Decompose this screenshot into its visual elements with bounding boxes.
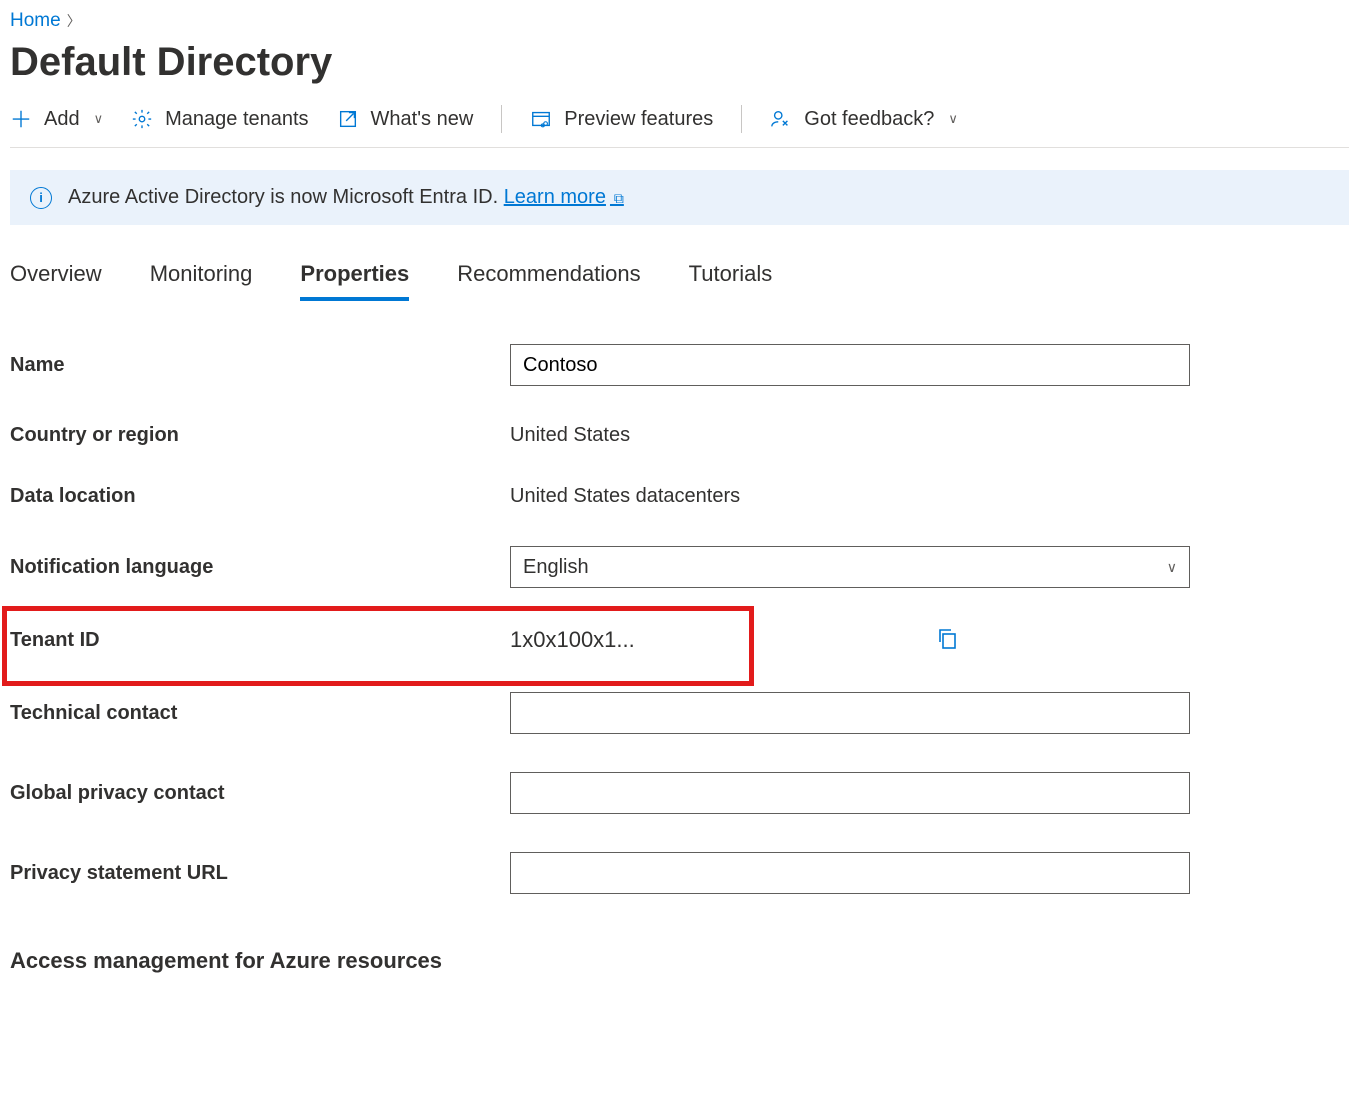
feedback-icon [770, 108, 792, 130]
row-name: Name [10, 344, 1349, 386]
notification-text: Azure Active Directory is now Microsoft … [68, 186, 624, 209]
preview-icon [530, 108, 552, 130]
label-global-privacy: Global privacy contact [10, 782, 510, 805]
whats-new-label: What's new [371, 108, 474, 131]
external-icon: ⧉ [610, 190, 624, 206]
tab-monitoring[interactable]: Monitoring [150, 255, 253, 301]
divider [501, 105, 502, 133]
tab-properties[interactable]: Properties [300, 255, 409, 301]
name-input[interactable] [510, 344, 1190, 386]
whats-new-button[interactable]: What's new [337, 108, 474, 131]
data-location-value: United States datacenters [510, 485, 740, 508]
section-heading-access-mgmt: Access management for Azure resources [10, 948, 1349, 974]
info-icon: i [30, 187, 52, 209]
chevron-down-icon: ∨ [948, 111, 958, 127]
preview-features-label: Preview features [564, 108, 713, 131]
divider [741, 105, 742, 133]
tab-recommendations[interactable]: Recommendations [457, 255, 640, 301]
got-feedback-label: Got feedback? [804, 108, 934, 131]
tab-tutorials[interactable]: Tutorials [689, 255, 773, 301]
label-tech-contact: Technical contact [10, 702, 510, 725]
row-global-privacy: Global privacy contact [10, 772, 1349, 814]
add-button[interactable]: Add ∨ [10, 108, 103, 131]
manage-tenants-button[interactable]: Manage tenants [131, 108, 308, 131]
notification-message: Azure Active Directory is now Microsoft … [68, 186, 504, 208]
row-tenant-id: Tenant ID 1x0x100x1... [10, 626, 1349, 654]
country-value: United States [510, 424, 630, 447]
row-technical-contact: Technical contact [10, 692, 1349, 734]
chevron-down-icon: ∨ [94, 111, 104, 127]
tenant-id-value: 1x0x100x1... [510, 627, 635, 653]
plus-icon [10, 108, 32, 130]
notification-language-value: English [523, 556, 589, 579]
properties-form: Name Country or region United States Dat… [10, 344, 1349, 974]
tabs: Overview Monitoring Properties Recommend… [10, 255, 1349, 302]
label-privacy-url: Privacy statement URL [10, 862, 510, 885]
gear-icon [131, 108, 153, 130]
breadcrumb-home[interactable]: Home [10, 10, 61, 32]
row-tenant-id-wrap: Tenant ID 1x0x100x1... [10, 626, 1349, 654]
label-tenant-id: Tenant ID [10, 629, 510, 652]
label-notif-lang: Notification language [10, 556, 510, 579]
global-privacy-input[interactable] [510, 772, 1190, 814]
copy-icon[interactable] [935, 626, 959, 654]
chevron-down-icon: ∨ [1167, 559, 1177, 576]
technical-contact-input[interactable] [510, 692, 1190, 734]
row-country: Country or region United States [10, 424, 1349, 447]
got-feedback-button[interactable]: Got feedback? ∨ [770, 108, 958, 131]
row-data-location: Data location United States datacenters [10, 485, 1349, 508]
notification-bar: i Azure Active Directory is now Microsof… [10, 170, 1349, 225]
label-data-location: Data location [10, 485, 510, 508]
label-country: Country or region [10, 424, 510, 447]
toolbar: Add ∨ Manage tenants What's new Preview … [10, 99, 1349, 148]
manage-tenants-label: Manage tenants [165, 108, 308, 131]
tab-overview[interactable]: Overview [10, 255, 102, 301]
row-privacy-url: Privacy statement URL [10, 852, 1349, 894]
add-label: Add [44, 108, 80, 131]
learn-more-link[interactable]: Learn more ⧉ [504, 186, 624, 208]
label-name: Name [10, 354, 510, 377]
external-link-icon [337, 108, 359, 130]
preview-features-button[interactable]: Preview features [530, 108, 713, 131]
chevron-right-icon: 〉 [67, 11, 81, 31]
page-title: Default Directory [10, 40, 1349, 85]
privacy-url-input[interactable] [510, 852, 1190, 894]
breadcrumb: Home 〉 [10, 10, 1349, 32]
row-notification-language: Notification language English ∨ [10, 546, 1349, 588]
notification-language-select[interactable]: English ∨ [510, 546, 1190, 588]
